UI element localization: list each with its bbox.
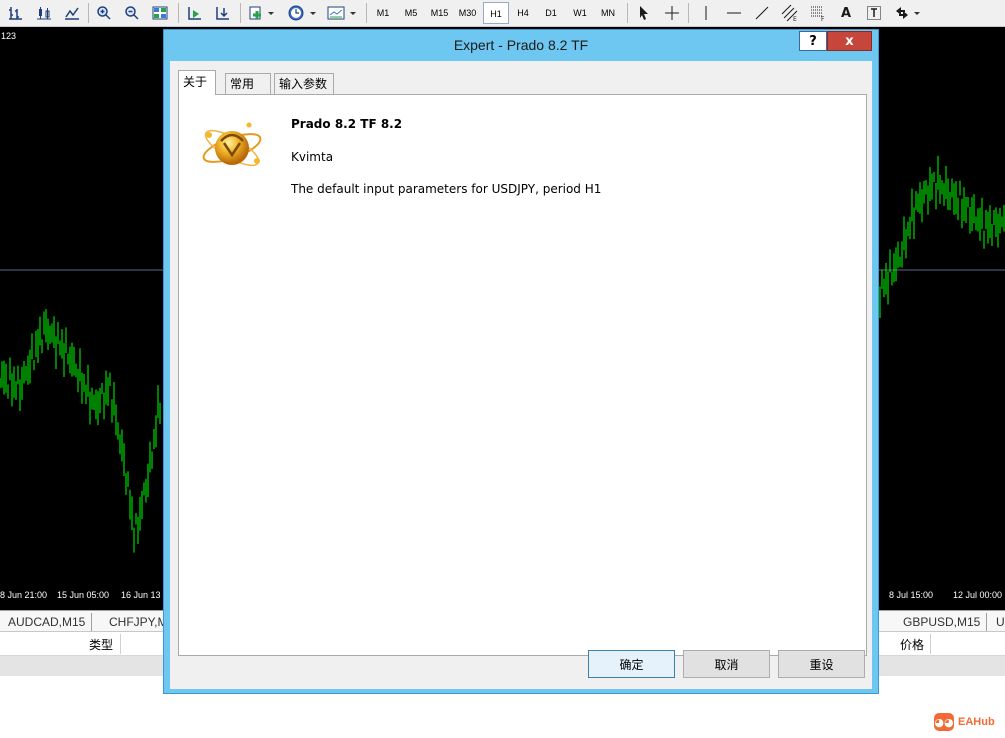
fibonacci-icon[interactable]: F — [808, 2, 828, 24]
time-label: 16 Jun 13 — [121, 590, 161, 600]
line-chart-icon[interactable] — [62, 2, 82, 24]
column-price[interactable]: 价格 — [900, 636, 924, 653]
periodicity-icon[interactable] — [284, 2, 320, 24]
about-panel: Prado 8.2 TF 8.2 Kvimta The default inpu… — [178, 94, 867, 656]
dialog-client-area: 关于 常用 输入参数 Prado 8.2 TF 8.2 Kvimta The d… — [170, 61, 872, 689]
tile-windows-icon[interactable] — [150, 2, 170, 24]
candlestick-icon[interactable] — [34, 2, 54, 24]
expert-logo-icon — [199, 117, 265, 182]
templates-icon[interactable] — [324, 2, 360, 24]
watermark-text: EAHub — [958, 716, 995, 728]
zoom-out-icon[interactable] — [122, 2, 142, 24]
expert-author: Kvimta — [291, 150, 334, 164]
expert-name: Prado 8.2 TF 8.2 — [291, 117, 403, 131]
bar-chart-icon[interactable] — [6, 2, 26, 24]
time-label: 8 Jul 15:00 — [889, 590, 934, 600]
timeframe-w1[interactable]: W1 — [567, 2, 593, 24]
reset-button[interactable]: 重设 — [778, 650, 865, 678]
vertical-line-icon[interactable] — [696, 2, 716, 24]
arrows-icon[interactable] — [892, 2, 924, 24]
column-type[interactable]: 类型 — [89, 636, 113, 653]
equidistant-channel-icon[interactable]: E — [780, 2, 800, 24]
time-label: 12 Jul 00:00 — [953, 590, 1003, 600]
tab-inputs[interactable]: 输入参数 — [274, 73, 334, 94]
cancel-button[interactable]: 取消 — [683, 650, 770, 678]
trendline-icon[interactable] — [752, 2, 772, 24]
timeframe-m1[interactable]: M1 — [371, 2, 395, 24]
zoom-in-icon[interactable] — [94, 2, 114, 24]
time-label: 8 Jun 21:00 — [0, 590, 48, 600]
indicators-icon[interactable] — [246, 2, 276, 24]
svg-text:E: E — [793, 16, 797, 22]
tab-common[interactable]: 常用 — [225, 73, 271, 94]
main-toolbar: M1 M5 M15 M30 H1 H4 D1 W1 MN E F A — [0, 0, 1005, 27]
auto-scroll-icon[interactable] — [184, 2, 206, 24]
watermark: ◕◕ EAHub — [934, 713, 995, 731]
price-axis-label: 123 — [1, 31, 17, 41]
timeframe-h1[interactable]: H1 — [483, 2, 509, 24]
svg-text:F: F — [821, 16, 825, 22]
tab-about[interactable]: 关于 — [178, 70, 216, 95]
chart-tab-gbpusd[interactable]: GBPUSD,M15 — [897, 613, 988, 631]
timeframe-m15[interactable]: M15 — [426, 2, 453, 24]
dialog-title: Expert - Prado 8.2 TF — [453, 37, 589, 53]
chart-tab-audcad[interactable]: AUDCAD,M15 — [2, 613, 93, 631]
time-label: 15 Jun 05:00 — [57, 590, 110, 600]
chart-tab-u[interactable]: U — [990, 613, 1005, 631]
pig-logo-icon: ◕◕ — [934, 713, 954, 731]
terminal-window: M1 M5 M15 M30 H1 H4 D1 W1 MN E F A 123 8… — [0, 0, 1005, 738]
crosshair-icon[interactable] — [662, 2, 682, 24]
timeframe-d1[interactable]: D1 — [539, 2, 563, 24]
timeframe-m30[interactable]: M30 — [454, 2, 481, 24]
expert-description: The default input parameters for USDJPY,… — [291, 182, 602, 196]
help-button[interactable]: ? — [799, 31, 827, 51]
timeframe-h4[interactable]: H4 — [511, 2, 535, 24]
text-icon[interactable]: A — [836, 2, 856, 24]
timeframe-m5[interactable]: M5 — [399, 2, 423, 24]
expert-properties-dialog: Expert - Prado 8.2 TF ? x 关于 常用 输入参数 Pra… — [163, 29, 879, 694]
cursor-icon[interactable] — [634, 2, 654, 24]
ok-button[interactable]: 确定 — [588, 650, 675, 678]
text-label-icon[interactable] — [864, 2, 884, 24]
chart-shift-icon[interactable] — [212, 2, 234, 24]
horizontal-line-icon[interactable] — [724, 2, 744, 24]
close-button[interactable]: x — [827, 31, 872, 51]
timeframe-mn[interactable]: MN — [595, 2, 621, 24]
